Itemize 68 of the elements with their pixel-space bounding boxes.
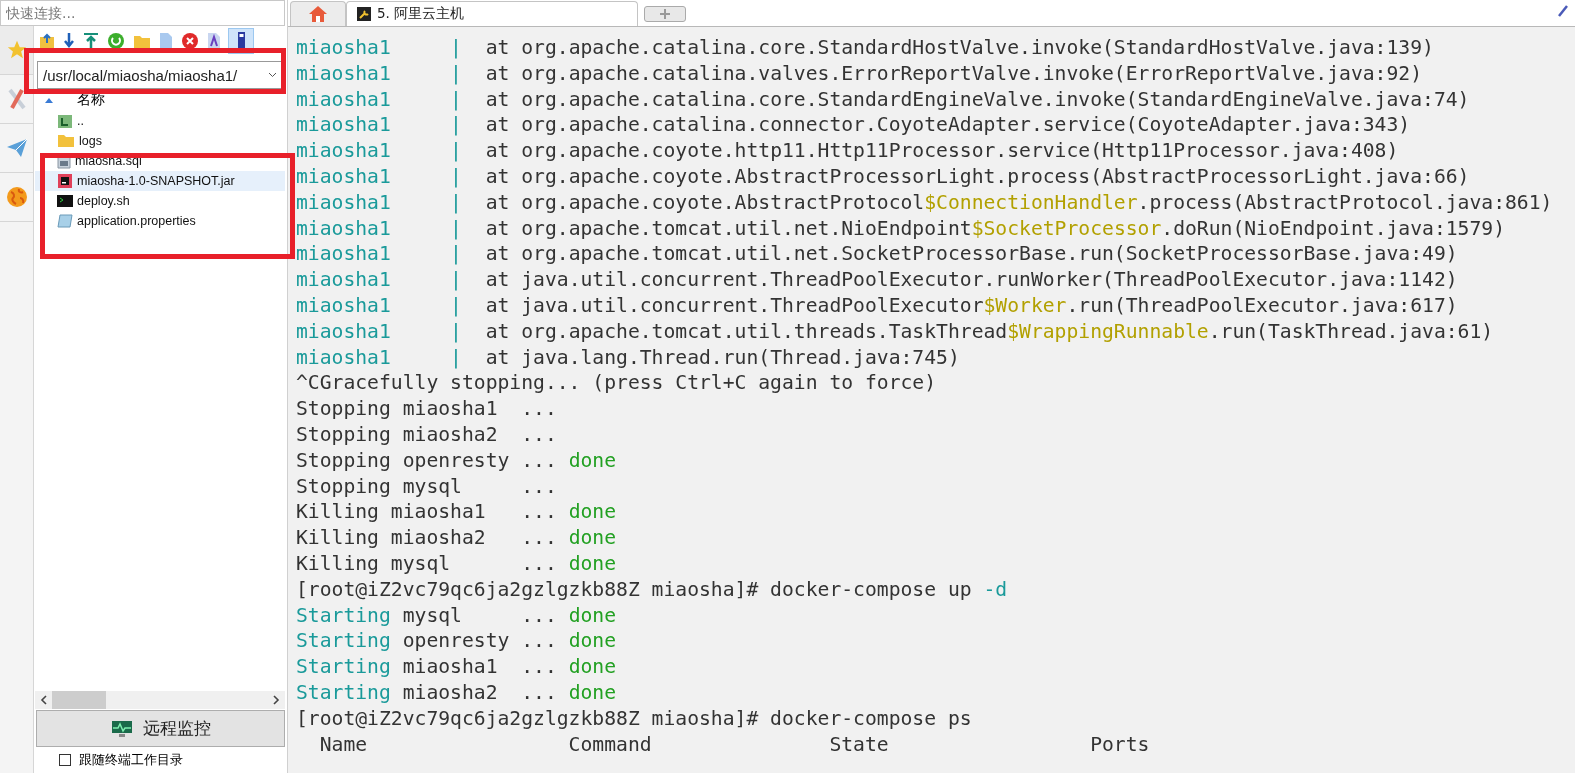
folder-up-icon[interactable] xyxy=(39,33,55,49)
file-item[interactable]: miaosha.sql xyxy=(35,151,285,171)
home-tab[interactable] xyxy=(290,1,346,26)
terminal-line: Stopping openresty ... done xyxy=(296,447,617,474)
folder-icon[interactable] xyxy=(133,33,151,49)
terminal-line: miaosha1 | at org.apache.coyote.http11.Http11Processor.service(Http11Processor.java:408) xyxy=(296,138,1399,164)
terminal-line: Starting mysql ... done xyxy=(296,602,617,629)
folder-icon xyxy=(57,134,75,148)
terminal-line: Starting openresty ... done xyxy=(296,628,617,655)
download-icon[interactable] xyxy=(63,32,75,50)
pen-icon[interactable] xyxy=(1557,4,1569,18)
globe-icon[interactable] xyxy=(5,186,28,208)
terminal-line: Killing mysql ... done xyxy=(296,550,617,577)
terminal-line: miaosha1 | at org.apache.tomcat.util.net.NioEndpoint$SocketProcessor.doRun(NioEndpoint.java:1579) xyxy=(296,215,1506,242)
monitor-icon xyxy=(110,719,133,738)
terminal-line: miaosha1 | at org.apache.catalina.valves.ErrorReportValve.invoke(ErrorReportValve.java:92) xyxy=(296,60,1423,87)
follow-directory-checkbox[interactable]: 跟随终端工作目录 xyxy=(35,747,287,773)
session-tab[interactable]: 5. 阿里云主机 xyxy=(346,1,638,26)
terminal-line: Stopping miaosha1 ... xyxy=(296,396,557,422)
path-dropdown[interactable]: /usr/local/miaosha/miaosha1/ xyxy=(37,61,283,89)
file-icon[interactable] xyxy=(159,32,173,50)
terminal-line: Stopping mysql ... xyxy=(296,473,557,500)
star-icon[interactable] xyxy=(5,39,28,61)
terminal-line: miaosha1 | at java.util.concurrent.ThreadPoolExecutor.runWorker(ThreadPoolExecutor.java:1142) xyxy=(296,267,1458,293)
terminal-line: miaosha1 | at java.util.concurrent.ThreadPoolExecutor$Worker.run(ThreadPoolExecutor.java:617) xyxy=(296,292,1458,319)
terminal-line: Starting miaosha1 ... done xyxy=(296,654,617,680)
file-item[interactable]: miaosha-1.0-SNAPSHOT.jar xyxy=(35,171,285,191)
terminal-line: miaosha1 | at org.apache.tomcat.util.net.SocketProcessorBase.run(SocketProcessorBase.java:49) xyxy=(296,241,1458,268)
remote-monitor-button[interactable]: 远程监控 xyxy=(36,710,285,747)
scroll-left-icon[interactable] xyxy=(40,695,47,705)
upload-icon[interactable] xyxy=(83,32,99,50)
file-item[interactable]: deploy.sh xyxy=(35,191,285,211)
new-tab-button[interactable] xyxy=(644,6,686,22)
terminal-line: miaosha1 | at java.lang.Thread.run(Thread.java:745) xyxy=(296,344,960,371)
terminal-file-icon xyxy=(57,194,73,208)
terminal-line: miaosha1 | at org.apache.coyote.AbstractProcessorLight.process(AbstractProcessorLight.java:66) xyxy=(296,164,1470,190)
file-item[interactable]: .. xyxy=(35,111,285,131)
sort-arrow-icon xyxy=(45,97,53,103)
quick-connect-field[interactable]: 快速连接... xyxy=(0,0,285,26)
terminal-line: [root@iZ2vc79qc6ja2gzlgzkb88Z miaosha]# docker-compose ps xyxy=(296,705,972,732)
refresh-icon[interactable] xyxy=(107,32,125,50)
key-icon xyxy=(357,7,371,21)
file-item[interactable]: logs xyxy=(35,131,285,151)
terminal-line: miaosha1 | at org.apache.catalina.connector.CoyoteAdapter.service(CoyoteAdapter.java:343) xyxy=(296,112,1411,139)
document-icon xyxy=(57,214,73,228)
terminal-line: miaosha1 | at org.apache.catalina.core.StandardEngineValve.invoke(StandardEngineValve.java:74) xyxy=(296,86,1470,113)
delete-icon[interactable] xyxy=(181,32,199,50)
column-header[interactable]: 名称 xyxy=(77,91,105,109)
scrollbar-thumb[interactable] xyxy=(52,691,106,709)
file-item[interactable]: application.properties xyxy=(35,211,285,231)
app-file-icon xyxy=(57,173,73,189)
terminal-line: miaosha1 | at org.apache.tomcat.util.threads.TaskThread$WrappingRunnable.run(TaskThread.java:61) xyxy=(296,318,1494,345)
paper-plane-icon[interactable] xyxy=(5,138,28,158)
pen-icon[interactable] xyxy=(207,32,221,50)
terminal-line: miaosha1 | at org.apache.coyote.AbstractProtocol$ConnectionHandler.process(AbstractProtocol.java:861) xyxy=(296,189,1553,216)
terminal-line: Killing miaosha2 ... done xyxy=(296,525,617,551)
terminal-line: Stopping miaosha2 ... xyxy=(296,421,557,448)
terminal-line: Killing miaosha1 ... done xyxy=(296,499,617,526)
home-icon xyxy=(308,5,328,23)
terminal-line: miaosha1 | at org.apache.catalina.core.StandardHostValve.invoke(StandardHostValve.java:139) xyxy=(296,35,1434,61)
terminal-line: Name Command State Ports xyxy=(318,731,1150,758)
terminal-line: Starting miaosha2 ... done xyxy=(296,679,617,706)
parent-folder-icon xyxy=(57,113,73,129)
plus-icon xyxy=(659,8,671,20)
terminal-line: ^CGracefully stopping... (press Ctrl+C again to force) xyxy=(296,370,937,397)
scroll-right-icon[interactable] xyxy=(273,695,280,705)
terminal-line: [root@iZ2vc79qc6ja2gzlgzkb88Z miaosha]# docker-compose up -d xyxy=(296,576,1008,603)
chevron-down-icon[interactable] xyxy=(268,72,277,78)
